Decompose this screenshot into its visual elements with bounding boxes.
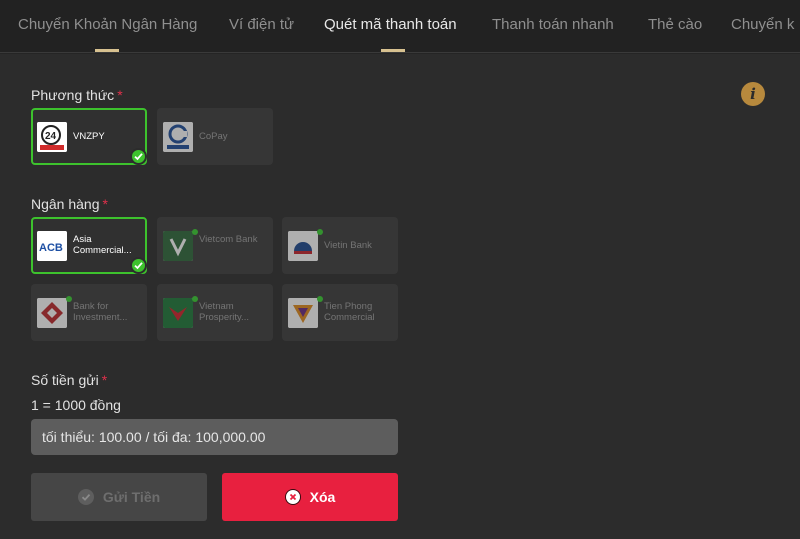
amount-input[interactable]: [31, 419, 398, 455]
bank-option-acb[interactable]: ACB Asia Commercial...: [31, 217, 147, 274]
status-dot: [317, 296, 323, 302]
bank-option-vpbank[interactable]: Vietnam Prosperity...: [157, 284, 273, 341]
status-dot: [192, 296, 198, 302]
method-option-label: CoPay: [199, 131, 228, 142]
tab-qr-payment[interactable]: Quét mã thanh toán: [324, 16, 457, 33]
send-money-button[interactable]: Gửi Tiền: [31, 473, 207, 521]
vietcombank-logo-icon: [163, 231, 193, 261]
method-option-label: VNZPY: [73, 131, 105, 142]
bank-label: Ngân hàng *: [31, 196, 108, 212]
bank-option-label: Bank for Investment...: [73, 301, 128, 323]
bank-option-vietcombank[interactable]: Vietcom Bank: [157, 217, 273, 274]
tab-indicator: [95, 49, 119, 52]
clear-label: Xóa: [309, 489, 336, 505]
bank-option-bidv[interactable]: Bank for Investment...: [31, 284, 147, 341]
tab-e-wallet[interactable]: Ví điện tử: [229, 16, 294, 33]
tab-scratch-card[interactable]: Thẻ cào: [648, 16, 702, 33]
bank-option-tpbank[interactable]: Tien Phong Commercial: [282, 284, 398, 341]
info-icon[interactable]: i: [741, 82, 765, 106]
bidv-logo-icon: [37, 298, 67, 328]
tpbank-logo-icon: [288, 298, 318, 328]
status-dot: [66, 296, 72, 302]
status-dot: [192, 229, 198, 235]
vnzpay-logo-icon: 24: [37, 122, 67, 152]
method-label: Phương thức *: [31, 87, 123, 103]
status-dot: [317, 229, 323, 235]
svg-text:ACB: ACB: [39, 242, 63, 254]
vietinbank-logo-icon: [288, 231, 318, 261]
check-circle-icon: [77, 489, 94, 505]
payment-tabs: Chuyển Khoản Ngân Hàng Ví điện tử Quét m…: [0, 0, 800, 53]
bank-option-label: Vietnam Prosperity...: [199, 301, 249, 323]
copay-logo-icon: [163, 122, 193, 152]
bank-option-label: Vietin Bank: [324, 240, 372, 251]
method-option-vnzpy[interactable]: 24 VNZPY: [31, 108, 147, 165]
bank-option-label: Tien Phong Commercial: [324, 301, 375, 323]
check-icon: [130, 257, 147, 274]
tab-indicator-active: [381, 49, 405, 52]
amount-label: Số tiền gửi *: [31, 372, 108, 388]
vpbank-logo-icon: [163, 298, 193, 328]
method-option-copay[interactable]: CoPay: [157, 108, 273, 165]
check-icon: [130, 148, 147, 165]
send-money-label: Gửi Tiền: [102, 489, 161, 505]
tab-transfer-overflow[interactable]: Chuyển k: [731, 16, 794, 33]
close-circle-icon: [284, 489, 301, 505]
tab-quick-payment[interactable]: Thanh toán nhanh: [492, 16, 614, 33]
bank-option-label: Asia Commercial...: [73, 234, 132, 256]
clear-button[interactable]: Xóa: [222, 473, 398, 521]
bank-option-label: Vietcom Bank: [199, 234, 258, 245]
acb-logo-icon: ACB: [37, 231, 67, 261]
svg-text:24: 24: [45, 131, 57, 142]
tab-bank-transfer[interactable]: Chuyển Khoản Ngân Hàng: [18, 16, 197, 33]
bank-option-vietinbank[interactable]: Vietin Bank: [282, 217, 398, 274]
exchange-rate: 1 = 1000 đồng: [31, 397, 121, 413]
